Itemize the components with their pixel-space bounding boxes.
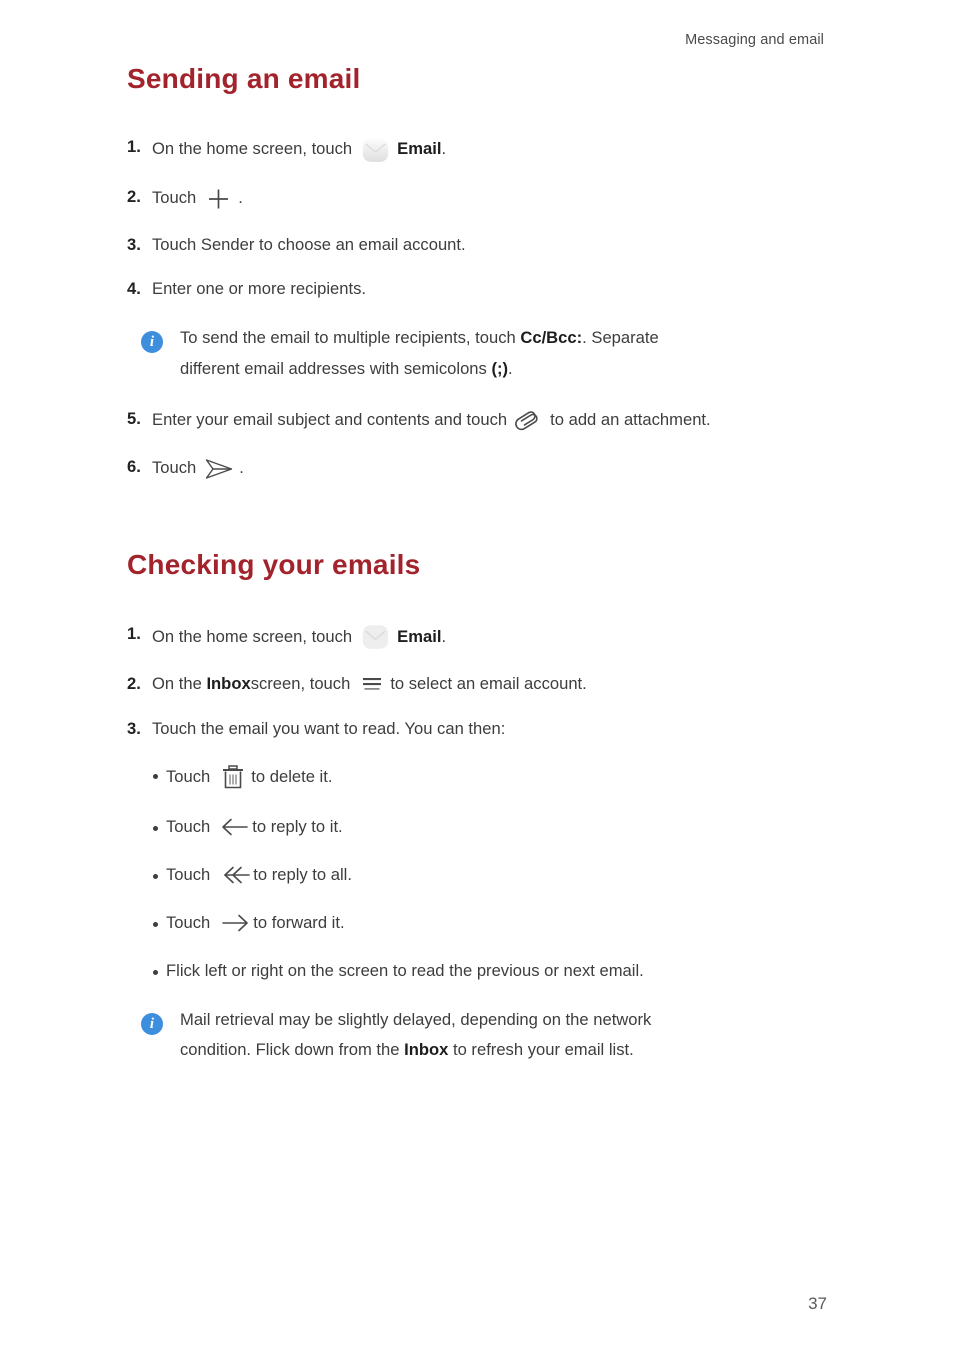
bullet-text: Touch (166, 817, 211, 837)
note-text-tail: to refresh your email list. (448, 1040, 634, 1060)
step-text: Touch Sender to choose an email account. (152, 234, 466, 254)
note-text: To send the email to multiple recipients… (180, 328, 521, 348)
note-callout-mail-retrieval: i Mail retrieval may be slightly delayed… (135, 1009, 827, 1060)
note-bold-term: Inbox (404, 1040, 449, 1060)
step-text: Touch the email you want to read. You ca… (152, 718, 506, 738)
reply-arrow-icon (219, 816, 250, 838)
step-text-tail: to add an attachment. (550, 410, 711, 430)
page-content: Sending an email 1. On the home screen, … (127, 62, 827, 1089)
forward-arrow-icon (220, 912, 251, 934)
step-text: On the (152, 674, 207, 694)
step-bold-term: Inbox (206, 674, 251, 694)
step-number: 2. (127, 674, 141, 694)
step-number: 4. (127, 278, 141, 298)
bullet-text: Touch (166, 865, 211, 885)
step-text: Enter one or more recipients. (152, 278, 366, 298)
list-item: Touch to forward it. (153, 912, 827, 934)
plus-icon (205, 186, 232, 212)
trash-icon (221, 764, 245, 790)
step-text-tail: . (238, 188, 243, 208)
step-number: 3. (127, 718, 141, 738)
running-header: Messaging and email (685, 32, 824, 48)
step-text: Touch (152, 458, 197, 478)
note-callout-recipients: i To send the email to multiple recipien… (135, 330, 827, 377)
info-icon: i (141, 1012, 163, 1035)
note-line: Mail retrieval may be slightly delayed, … (180, 1009, 827, 1029)
send-icon (203, 456, 235, 482)
list-item: Touch to delete it. (153, 764, 827, 790)
step-item: 5. Enter your email subject and contents… (127, 408, 827, 434)
section-title-checking-your-emails: Checking your emails (127, 548, 421, 580)
document-page: Messaging and email Sending an email 1. … (0, 0, 954, 1352)
step-text-tail: . (441, 626, 447, 646)
section-title-sending-an-email: Sending an email (127, 63, 361, 94)
step-item: 4. Enter one or more recipients. (127, 278, 827, 300)
note-line: condition. Flick down from the Inbox to … (180, 1040, 827, 1060)
step-bold-term: Email (397, 139, 442, 159)
step-number: 3. (127, 234, 141, 254)
step-text-mid: screen, touch (250, 674, 351, 694)
bullet-text: Touch (166, 767, 211, 787)
email-icon (361, 136, 390, 164)
note-text: condition. Flick down from the (180, 1040, 405, 1060)
bullet-text: Touch (166, 913, 211, 933)
bullet-list-email-actions: Touch to delete it. Touch to reply to it… (127, 764, 827, 982)
step-text-tail: . (441, 139, 447, 159)
email-icon (361, 623, 390, 651)
list-item: Touch to reply to all. (153, 864, 827, 886)
note-bold-term: (;) (491, 358, 509, 378)
step-list-sending-cont: 5. Enter your email subject and contents… (127, 408, 827, 482)
menu-icon (360, 673, 384, 695)
step-text: Enter your email subject and contents an… (152, 410, 508, 430)
step-item: 2. On the Inbox screen, touch to select … (127, 673, 827, 695)
step-item: 6. Touch . (127, 456, 827, 482)
bullet-text-tail: to forward it. (253, 913, 345, 933)
paperclip-icon (514, 408, 542, 434)
note-text-tail: . Separate (582, 328, 659, 348)
note-text: Mail retrieval may be slightly delayed, … (180, 1009, 652, 1029)
note-line: different email addresses with semicolon… (180, 358, 827, 378)
step-number: 1. (127, 136, 141, 156)
bullet-text-tail: to reply to it. (252, 817, 343, 837)
bullet-text-tail: to reply to all. (253, 865, 352, 885)
bullet-text: Flick left or right on the screen to rea… (166, 960, 644, 980)
note-bold-term: Cc/Bcc: (520, 328, 583, 348)
list-item: Touch to reply to it. (153, 816, 827, 838)
step-item: 2. Touch . (127, 186, 827, 212)
step-number: 2. (127, 186, 141, 206)
info-icon: i (141, 331, 163, 354)
step-list-sending: 1. On the home screen, touch Email . 2. … (127, 136, 827, 301)
step-number: 1. (127, 624, 141, 644)
reply-all-arrow-icon (219, 864, 252, 886)
step-text-tail: . (239, 458, 244, 478)
step-text-tail: to select an email account. (390, 674, 587, 694)
note-text: different email addresses with semicolon… (180, 358, 492, 378)
step-number: 5. (127, 408, 141, 428)
list-item: Flick left or right on the screen to rea… (153, 960, 827, 982)
step-item: 3. Touch Sender to choose an email accou… (127, 234, 827, 256)
step-text: On the home screen, touch (152, 139, 353, 159)
note-text-tail: . (508, 358, 513, 378)
note-line: To send the email to multiple recipients… (180, 330, 827, 347)
step-item: 1. On the home screen, touch Email . (127, 136, 827, 164)
step-item: 3. Touch the email you want to read. You… (127, 718, 827, 740)
step-list-checking: 1. On the home screen, touch Email . 2. … (127, 623, 827, 740)
bullet-text-tail: to delete it. (251, 767, 333, 787)
step-bold-term: Email (397, 626, 442, 646)
page-number: 37 (808, 1294, 827, 1313)
step-item: 1. On the home screen, touch Email . (127, 623, 827, 651)
step-text: Touch (152, 188, 197, 208)
step-number: 6. (127, 456, 141, 476)
step-text: On the home screen, touch (152, 626, 353, 646)
